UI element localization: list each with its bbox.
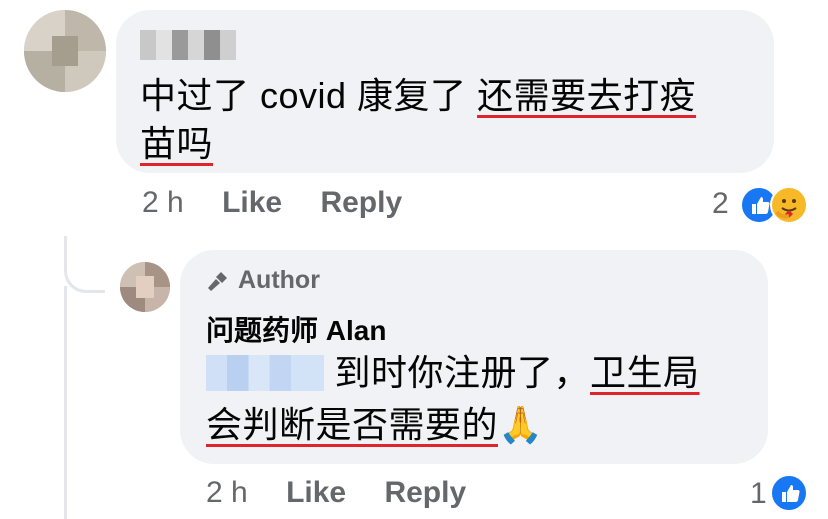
like-button[interactable]: Like bbox=[286, 476, 346, 509]
comment-text-underlined: 还需要去打疫 bbox=[477, 75, 697, 116]
reply-meta: 2 h Like Reply bbox=[206, 476, 466, 510]
commenter-name-blurred[interactable] bbox=[140, 30, 236, 60]
comment-text-plain: 中过了 covid 康复了 bbox=[140, 75, 478, 116]
like-icon[interactable] bbox=[770, 474, 808, 512]
reply-button[interactable]: Reply bbox=[320, 186, 402, 219]
reply-button[interactable]: Reply bbox=[384, 476, 466, 509]
author-avatar[interactable] bbox=[120, 262, 170, 312]
reaction-count[interactable]: 2 bbox=[712, 187, 729, 221]
folded-hands-emoji: 🙏 bbox=[498, 404, 544, 445]
microphone-icon bbox=[208, 271, 227, 291]
comment-text-underlined: 苗吗 bbox=[140, 123, 214, 164]
like-button[interactable]: Like bbox=[222, 186, 282, 219]
author-badge: Author bbox=[206, 266, 320, 295]
care-icon[interactable] bbox=[770, 186, 808, 224]
reply-text: 到时你注册了，卫生局 会判断是否需要的🙏 bbox=[206, 347, 766, 451]
reply-text-underlined: 卫生局 bbox=[590, 352, 700, 393]
comment-text: 中过了 covid 康复了 还需要去打疫 苗吗 bbox=[140, 72, 760, 168]
author-badge-label: Author bbox=[238, 266, 320, 294]
reaction-count[interactable]: 1 bbox=[750, 477, 767, 511]
reply-text-underlined: 会判断是否需要的 bbox=[206, 404, 499, 445]
thread-line-vertical bbox=[64, 286, 67, 519]
timestamp[interactable]: 2 h bbox=[206, 476, 248, 509]
timestamp[interactable]: 2 h bbox=[142, 186, 184, 219]
reply-text-plain: 到时你注册了， bbox=[324, 352, 591, 393]
reply-author-name[interactable]: 问题药师 Alan bbox=[206, 309, 386, 349]
commenter-avatar[interactable] bbox=[24, 10, 106, 92]
tagged-user-blurred[interactable] bbox=[206, 355, 324, 391]
comment-meta: 2 h Like Reply bbox=[142, 186, 402, 220]
thread-line bbox=[64, 236, 105, 293]
